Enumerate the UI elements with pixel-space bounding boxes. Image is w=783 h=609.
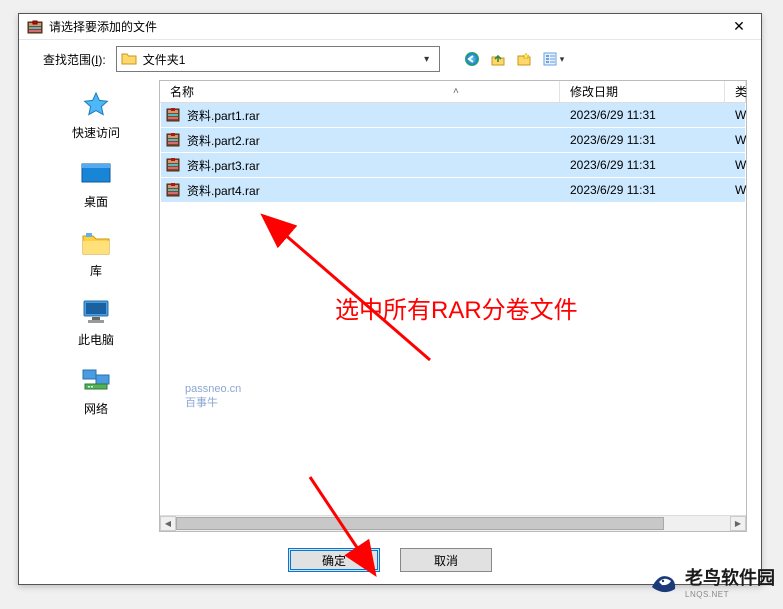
lookin-row: 查找范围(I): 文件夹1 ▾ ▾ <box>19 40 761 80</box>
file-rows[interactable]: 资料.part1.rar 2023/6/29 11:31 W 资料.part2.… <box>160 103 746 515</box>
ok-button[interactable]: 确定 <box>288 548 380 572</box>
toolbar-icons: ▾ <box>464 51 565 67</box>
place-quick-access[interactable]: 快速访问 <box>72 90 120 141</box>
places-bar: 快速访问 桌面 库 此电脑 <box>33 80 159 532</box>
lookin-text: 文件夹1 <box>143 51 419 68</box>
lookin-label: 查找范围(I): <box>43 51 106 68</box>
table-row[interactable]: 资料.part4.rar 2023/6/29 11:31 W <box>161 178 745 202</box>
titlebar: 请选择要添加的文件 ✕ <box>19 14 761 40</box>
rar-file-icon <box>165 157 181 173</box>
brand-logo: 老鸟软件园 LNQS.NET <box>649 564 775 599</box>
file-list: 名称 ˄ 修改日期 类 资料.part1.rar 2023/6/29 11:31… <box>159 80 747 532</box>
chevron-down-icon: ▾ <box>419 47 435 71</box>
place-libraries[interactable]: 库 <box>79 228 113 279</box>
column-date[interactable]: 修改日期 <box>560 81 725 102</box>
lookin-combobox[interactable]: 文件夹1 ▾ <box>116 46 440 72</box>
network-icon <box>79 366 113 396</box>
sort-asc-icon: ˄ <box>453 86 459 97</box>
scroll-thumb[interactable] <box>176 517 664 530</box>
table-row[interactable]: 资料.part2.rar 2023/6/29 11:31 W <box>161 128 745 152</box>
winrar-icon <box>27 19 43 35</box>
place-this-pc[interactable]: 此电脑 <box>78 297 114 348</box>
libraries-icon <box>79 228 113 258</box>
rar-file-icon <box>165 107 181 123</box>
column-name[interactable]: 名称 ˄ <box>160 81 560 102</box>
rar-file-icon <box>165 132 181 148</box>
file-open-dialog: 请选择要添加的文件 ✕ 查找范围(I): 文件夹1 ▾ ▾ <box>18 13 762 585</box>
place-label: 桌面 <box>84 193 108 210</box>
folder-icon <box>121 51 137 67</box>
desktop-icon <box>79 159 113 189</box>
scroll-track[interactable] <box>176 516 730 531</box>
chevron-down-icon: ▾ <box>560 54 565 65</box>
place-desktop[interactable]: 桌面 <box>79 159 113 210</box>
scroll-left-icon[interactable]: ◀ <box>160 516 176 531</box>
up-folder-icon[interactable] <box>490 51 506 67</box>
cancel-button[interactable]: 取消 <box>400 548 492 572</box>
view-menu-icon[interactable]: ▾ <box>542 51 565 67</box>
table-row[interactable]: 资料.part3.rar 2023/6/29 11:31 W <box>161 153 745 177</box>
horizontal-scrollbar[interactable]: ◀ ▶ <box>160 515 746 531</box>
place-label: 库 <box>90 262 102 279</box>
column-headers: 名称 ˄ 修改日期 类 <box>160 81 746 103</box>
place-label: 网络 <box>84 400 108 417</box>
column-type[interactable]: 类 <box>725 81 746 102</box>
rar-file-icon <box>165 182 181 198</box>
star-icon <box>79 90 113 120</box>
computer-icon <box>79 297 113 327</box>
scroll-right-icon[interactable]: ▶ <box>730 516 746 531</box>
place-network[interactable]: 网络 <box>79 366 113 417</box>
dialog-body: 快速访问 桌面 库 此电脑 <box>19 80 761 540</box>
back-icon[interactable] <box>464 51 480 67</box>
place-label: 快速访问 <box>72 124 120 141</box>
table-row[interactable]: 资料.part1.rar 2023/6/29 11:31 W <box>161 103 745 127</box>
new-folder-icon[interactable] <box>516 51 532 67</box>
bird-icon <box>649 567 679 597</box>
window-title: 请选择要添加的文件 <box>49 18 719 35</box>
close-button[interactable]: ✕ <box>719 15 759 39</box>
place-label: 此电脑 <box>78 331 114 348</box>
